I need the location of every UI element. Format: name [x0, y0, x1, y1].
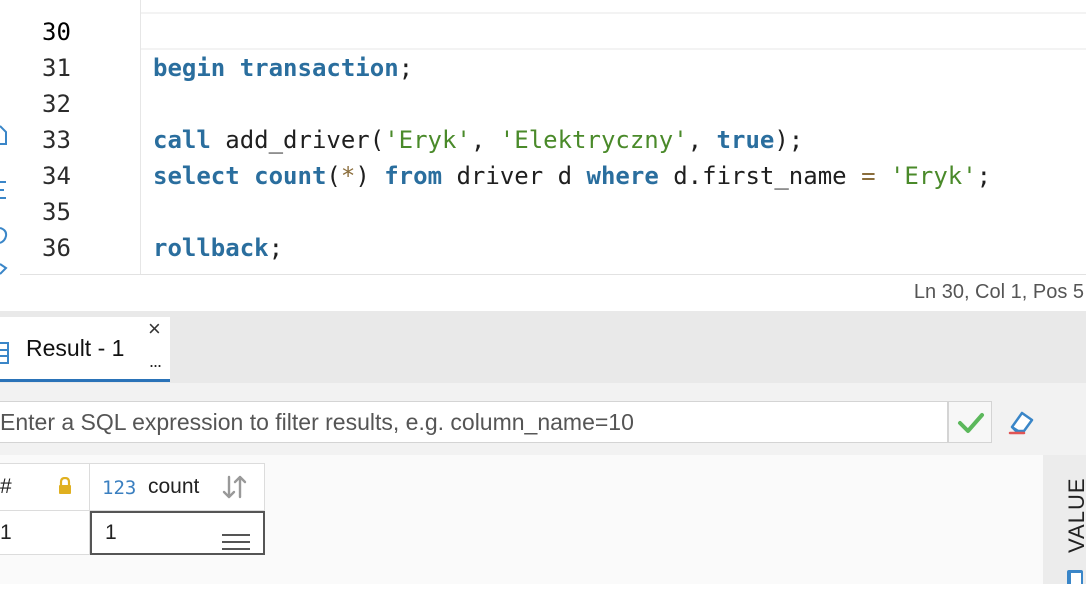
code-token: select [153, 162, 240, 190]
code-line[interactable]: call add_driver('Eryk', 'Elektryczny', t… [153, 122, 803, 158]
code-token: , [687, 126, 717, 154]
line-number: 35 [42, 198, 71, 226]
more-options-icon[interactable]: ... [149, 351, 162, 372]
column-name: count [148, 475, 200, 498]
line-number: 32 [42, 90, 71, 118]
checkmark-icon [958, 413, 984, 433]
cursor-position: Ln 30, Col 1, Pos 5 [913, 281, 1084, 303]
code-token: where [586, 162, 659, 190]
line-number: 36 [42, 234, 71, 262]
line-number: 31 [42, 54, 71, 82]
filter-input-wrapper [0, 401, 948, 443]
code-token: transaction [239, 54, 399, 82]
panel-icon[interactable] [1066, 569, 1084, 586]
code-token: rollback [153, 234, 269, 262]
tab-label: Result - 1 [26, 335, 125, 361]
editor-toolbar-strip [0, 0, 18, 276]
filter-bar [0, 383, 1086, 455]
toolbar-run-icon[interactable] [0, 262, 8, 276]
code-token: driver d [442, 162, 587, 190]
code-token: d.first_name [658, 162, 862, 190]
code-token: add_driver( [210, 126, 385, 154]
code-token: ); [774, 126, 804, 154]
code-token: ; [268, 234, 284, 262]
grid-icon [0, 342, 10, 369]
code-line[interactable]: select count(*) from driver d where d.fi… [153, 158, 991, 194]
cell-value-text: 1 [105, 521, 117, 544]
toolbar-refresh-icon[interactable] [0, 224, 8, 244]
results-tab-bar: Result - 1 × ... [0, 311, 1086, 383]
apply-filter-button[interactable] [948, 401, 992, 443]
code-token: true [716, 126, 775, 154]
code-token: ; [976, 162, 992, 190]
code-token: count [254, 162, 327, 190]
row-number-header: # [0, 463, 90, 511]
row-number-cell[interactable]: 1 [0, 511, 90, 555]
code-token: begin [153, 54, 226, 82]
tab-result-1[interactable]: Result - 1 × ... [0, 317, 170, 382]
toolbar-home-icon[interactable] [0, 122, 8, 145]
filter-input[interactable] [0, 402, 947, 442]
count-value-cell[interactable]: 1 [90, 511, 265, 555]
code-token: = [861, 162, 876, 190]
current-line-highlight [141, 12, 1086, 50]
results-panel: Result - 1 × ... # [0, 311, 1086, 586]
result-grid: # 123 count 1 1 [0, 455, 1043, 584]
toolbar-format-icon[interactable] [0, 178, 8, 199]
line-number: 34 [42, 162, 71, 190]
editor-status-bar: Ln 30, Col 1, Pos 5 [20, 274, 1086, 310]
code-token: ; [398, 54, 414, 82]
column-header-count[interactable]: 123 count [90, 463, 265, 511]
code-token: 'Elektryczny' [499, 126, 688, 154]
numeric-type-badge: 123 [102, 477, 137, 499]
code-line[interactable]: begin transaction; [153, 50, 413, 86]
sort-icon[interactable] [222, 475, 248, 505]
code-line[interactable]: rollback; [153, 230, 283, 266]
row-number-header-label: # [0, 475, 12, 498]
lock-icon [58, 476, 72, 501]
code-token: call [153, 126, 211, 154]
code-token: 'Eryk' [384, 126, 471, 154]
code-token: , [470, 126, 500, 154]
code-token: 'Eryk' [889, 162, 977, 190]
code-token: ) [355, 162, 385, 190]
line-number: 30 [42, 18, 71, 46]
clear-filter-button[interactable] [998, 401, 1042, 443]
value-panel-label: VALUE [1064, 477, 1086, 553]
close-icon[interactable]: × [148, 317, 161, 341]
code-token: ( [326, 162, 341, 190]
line-number: 33 [42, 126, 71, 154]
value-panel-toggle[interactable]: VALUE [1062, 455, 1086, 586]
code-token: * [340, 162, 356, 190]
sql-editor[interactable]: 30 31 32 33 34 35 36 begin transaction; call ad… [0, 0, 1086, 276]
eraser-icon [1008, 411, 1034, 435]
hamburger-menu-icon[interactable] [221, 525, 251, 565]
code-token: from [384, 162, 443, 190]
